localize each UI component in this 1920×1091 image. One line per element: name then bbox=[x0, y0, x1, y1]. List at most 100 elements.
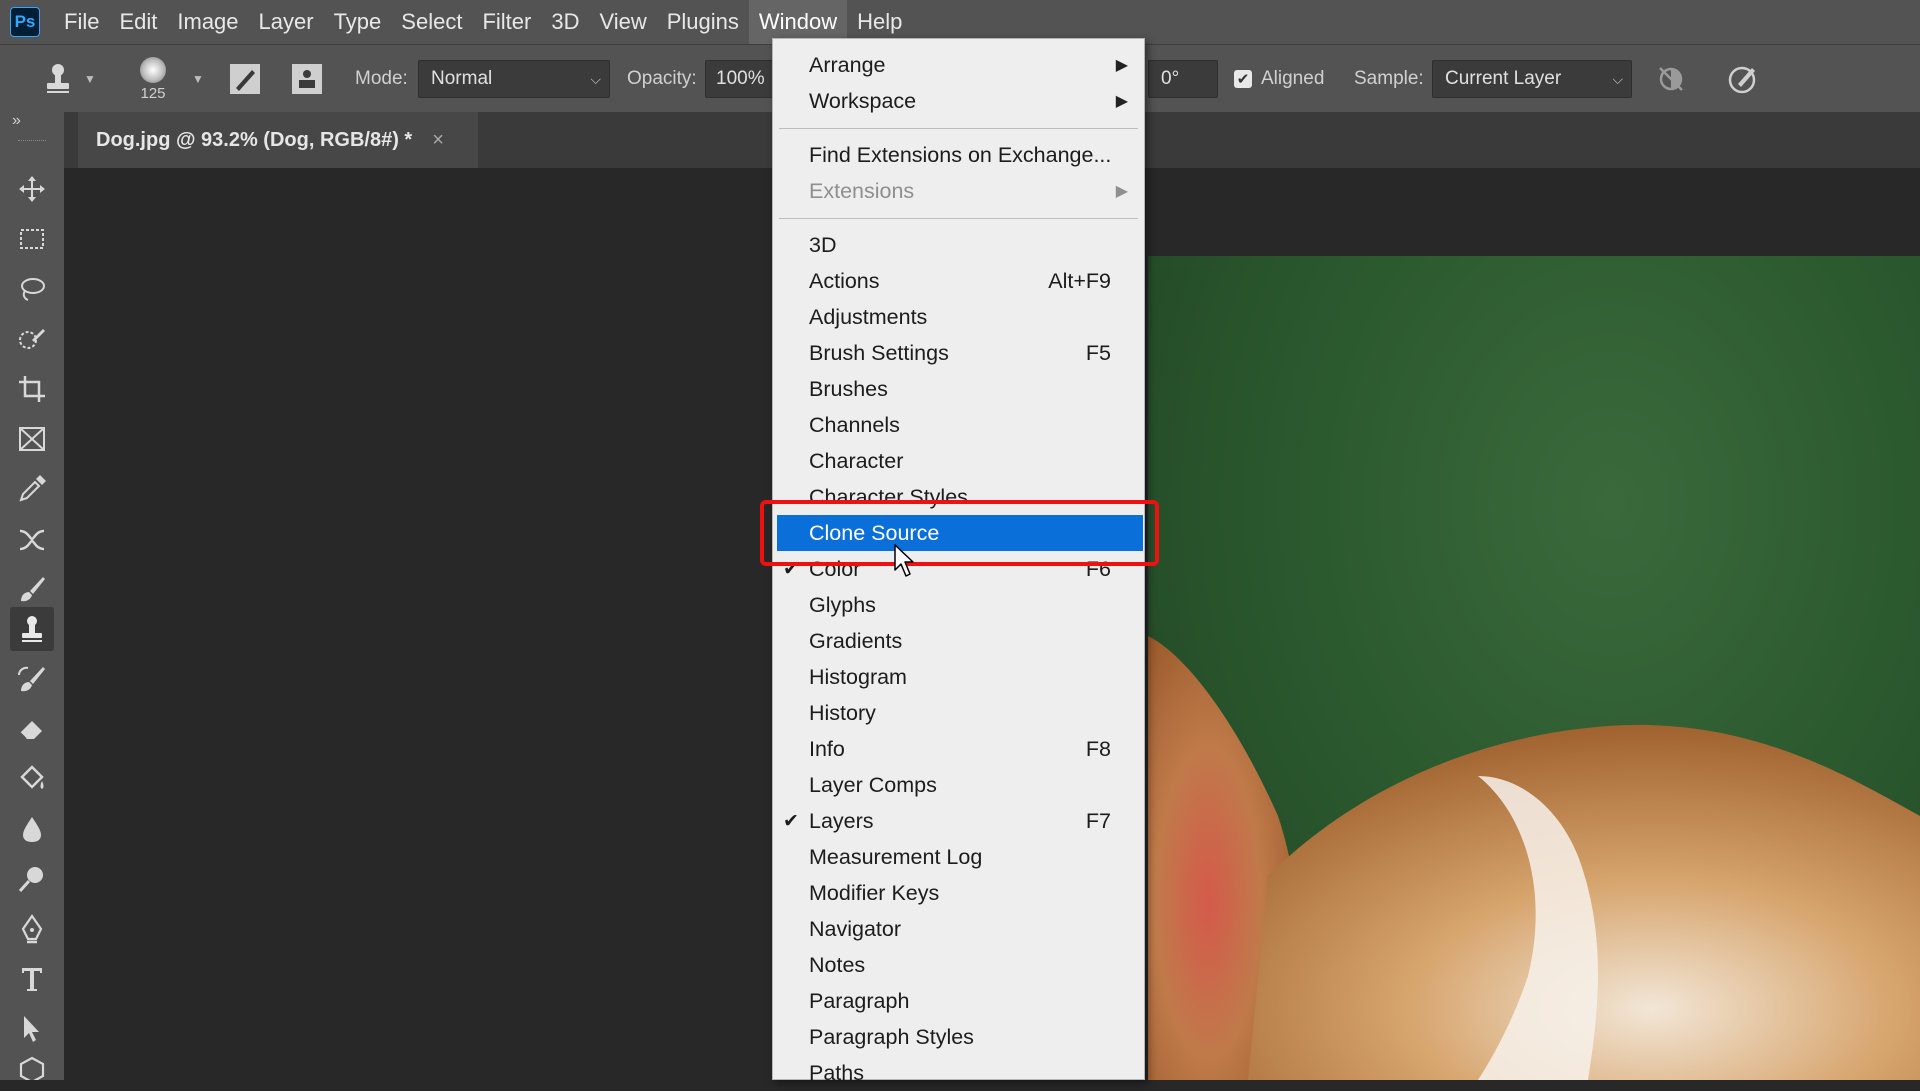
menu-item-actions[interactable]: Actions Alt+F9 bbox=[773, 263, 1144, 299]
tool-preset-picker[interactable]: ▼ bbox=[40, 45, 96, 113]
menu-item-extensions: Extensions ▶ bbox=[773, 173, 1144, 209]
quick-selection-tool-icon[interactable] bbox=[10, 317, 54, 361]
move-tool-icon[interactable] bbox=[10, 167, 54, 211]
brush-settings-icon bbox=[230, 64, 260, 94]
menu-item-label: Adjustments bbox=[809, 304, 928, 329]
menu-item-navigator[interactable]: Navigator bbox=[773, 911, 1144, 947]
menu-item-modifier-keys[interactable]: Modifier Keys bbox=[773, 875, 1144, 911]
clone-stamp-tool-icon[interactable] bbox=[10, 607, 54, 651]
angle-input[interactable]: 0° bbox=[1148, 60, 1218, 98]
menu-item-paths[interactable]: Paths bbox=[773, 1055, 1144, 1091]
paint-bucket-tool-icon[interactable] bbox=[10, 757, 54, 801]
menu-item-label: Extensions bbox=[809, 178, 915, 203]
panel-grip[interactable] bbox=[18, 140, 46, 144]
frame-tool-icon[interactable] bbox=[10, 417, 54, 461]
angle-value: 0° bbox=[1161, 68, 1180, 89]
menu-separator bbox=[779, 218, 1138, 219]
healing-brush-tool-icon[interactable] bbox=[10, 517, 54, 561]
history-brush-tool-icon[interactable] bbox=[10, 657, 54, 701]
mouse-cursor-icon bbox=[894, 544, 914, 577]
document-tab-title: Dog.jpg @ 93.2% (Dog, RGB/8#) * bbox=[96, 128, 413, 151]
aligned-checkbox[interactable]: ✔ Aligned bbox=[1234, 45, 1324, 113]
menu-item-gradients[interactable]: Gradients bbox=[773, 623, 1144, 659]
menu-item-info[interactable]: Info F8 bbox=[773, 731, 1144, 767]
menu-item-adjustments[interactable]: Adjustments bbox=[773, 299, 1144, 335]
menu-item-notes[interactable]: Notes bbox=[773, 947, 1144, 983]
toggle-brush-settings-button[interactable] bbox=[228, 45, 262, 113]
shape-tool-icon[interactable] bbox=[10, 1054, 54, 1080]
brush-tip-icon bbox=[140, 56, 166, 83]
menu-item-label: Notes bbox=[809, 952, 866, 977]
path-selection-tool-icon[interactable] bbox=[10, 1007, 54, 1051]
menu-item-label: Character bbox=[809, 448, 904, 473]
mode-label: Mode: bbox=[355, 68, 408, 89]
mode-dropdown[interactable]: Normal ⌵ bbox=[418, 60, 610, 98]
photoshop-logo-icon[interactable]: Ps bbox=[10, 7, 40, 37]
toggle-clone-source-button[interactable] bbox=[290, 45, 324, 113]
crop-tool-icon[interactable] bbox=[10, 367, 54, 411]
menu-item-label: Workspace bbox=[809, 88, 917, 113]
menu-item-label: Glyphs bbox=[809, 592, 876, 617]
opacity-input[interactable]: 100% bbox=[705, 60, 775, 98]
marquee-tool-icon[interactable] bbox=[10, 217, 54, 261]
document-tab[interactable]: Dog.jpg @ 93.2% (Dog, RGB/8#) * × bbox=[78, 112, 478, 168]
menu-separator bbox=[779, 128, 1138, 129]
menu-item-workspace[interactable]: Workspace ▶ bbox=[773, 83, 1144, 119]
aligned-label: Aligned bbox=[1261, 68, 1325, 89]
menu-item-paragraph[interactable]: Paragraph bbox=[773, 983, 1144, 1019]
blur-tool-icon[interactable] bbox=[10, 807, 54, 851]
clone-stamp-icon bbox=[47, 64, 69, 93]
type-tool-icon[interactable] bbox=[10, 957, 54, 1001]
menu-select[interactable]: Select bbox=[391, 0, 472, 44]
submenu-arrow-icon: ▶ bbox=[1115, 183, 1128, 200]
menu-layer[interactable]: Layer bbox=[249, 0, 324, 44]
pen-tool-icon[interactable] bbox=[10, 907, 54, 951]
menu-item-label: Gradients bbox=[809, 628, 903, 653]
menu-item-find-extensions-on-exchange[interactable]: Find Extensions on Exchange... bbox=[773, 137, 1144, 173]
menu-item-3d[interactable]: 3D bbox=[773, 227, 1144, 263]
menu-item-measurement-log[interactable]: Measurement Log bbox=[773, 839, 1144, 875]
pressure-size-button[interactable] bbox=[1726, 45, 1760, 113]
menu-item-layer-comps[interactable]: Layer Comps bbox=[773, 767, 1144, 803]
brush-preset-picker[interactable]: 125 bbox=[140, 45, 166, 113]
menu-image[interactable]: Image bbox=[167, 0, 248, 44]
eyedropper-tool-icon[interactable] bbox=[10, 467, 54, 511]
submenu-arrow-icon: ▶ bbox=[1115, 93, 1128, 110]
chevron-down-icon: ⌵ bbox=[1612, 71, 1623, 87]
brush-picker-chevron-icon[interactable]: ▼ bbox=[192, 45, 204, 113]
brush-tool-icon[interactable] bbox=[10, 567, 54, 611]
sample-dropdown[interactable]: Current Layer ⌵ bbox=[1432, 60, 1632, 98]
menu-item-label: Measurement Log bbox=[809, 844, 983, 869]
checkbox-checked-icon: ✔ bbox=[1234, 70, 1252, 88]
collapse-panel-icon[interactable]: » bbox=[12, 112, 21, 130]
menu-filter[interactable]: Filter bbox=[472, 0, 541, 44]
menu-item-label: Paths bbox=[809, 1060, 864, 1085]
pressure-pen-icon bbox=[1728, 66, 1756, 94]
eraser-tool-icon[interactable] bbox=[10, 707, 54, 751]
menu-edit[interactable]: Edit bbox=[109, 0, 167, 44]
ignore-adjustment-layers-button[interactable] bbox=[1656, 45, 1686, 113]
menu-item-glyphs[interactable]: Glyphs bbox=[773, 587, 1144, 623]
menu-item-layers[interactable]: ✔ Layers F7 bbox=[773, 803, 1144, 839]
menu-item-brush-settings[interactable]: Brush Settings F5 bbox=[773, 335, 1144, 371]
red-highlight-annotation bbox=[760, 500, 1159, 566]
menu-item-character[interactable]: Character bbox=[773, 443, 1144, 479]
menu-type[interactable]: Type bbox=[324, 0, 392, 44]
menu-item-history[interactable]: History bbox=[773, 695, 1144, 731]
menu-view[interactable]: View bbox=[589, 0, 656, 44]
menu-item-shortcut: F7 bbox=[1085, 808, 1111, 833]
menu-item-channels[interactable]: Channels bbox=[773, 407, 1144, 443]
menu-item-histogram[interactable]: Histogram bbox=[773, 659, 1144, 695]
menu-item-label: Histogram bbox=[809, 664, 907, 689]
menu-plugins[interactable]: Plugins bbox=[657, 0, 749, 44]
menu-item-label: Modifier Keys bbox=[809, 880, 940, 905]
dodge-tool-icon[interactable] bbox=[10, 857, 54, 901]
menu-file[interactable]: File bbox=[54, 0, 109, 44]
close-icon[interactable]: × bbox=[432, 129, 444, 152]
menu-item-brushes[interactable]: Brushes bbox=[773, 371, 1144, 407]
menu-item-arrange[interactable]: Arrange ▶ bbox=[773, 47, 1144, 83]
menu-item-paragraph-styles[interactable]: Paragraph Styles bbox=[773, 1019, 1144, 1055]
lasso-tool-icon[interactable] bbox=[10, 267, 54, 311]
menu-3d[interactable]: 3D bbox=[541, 0, 589, 44]
menu-item-label: 3D bbox=[809, 232, 837, 257]
